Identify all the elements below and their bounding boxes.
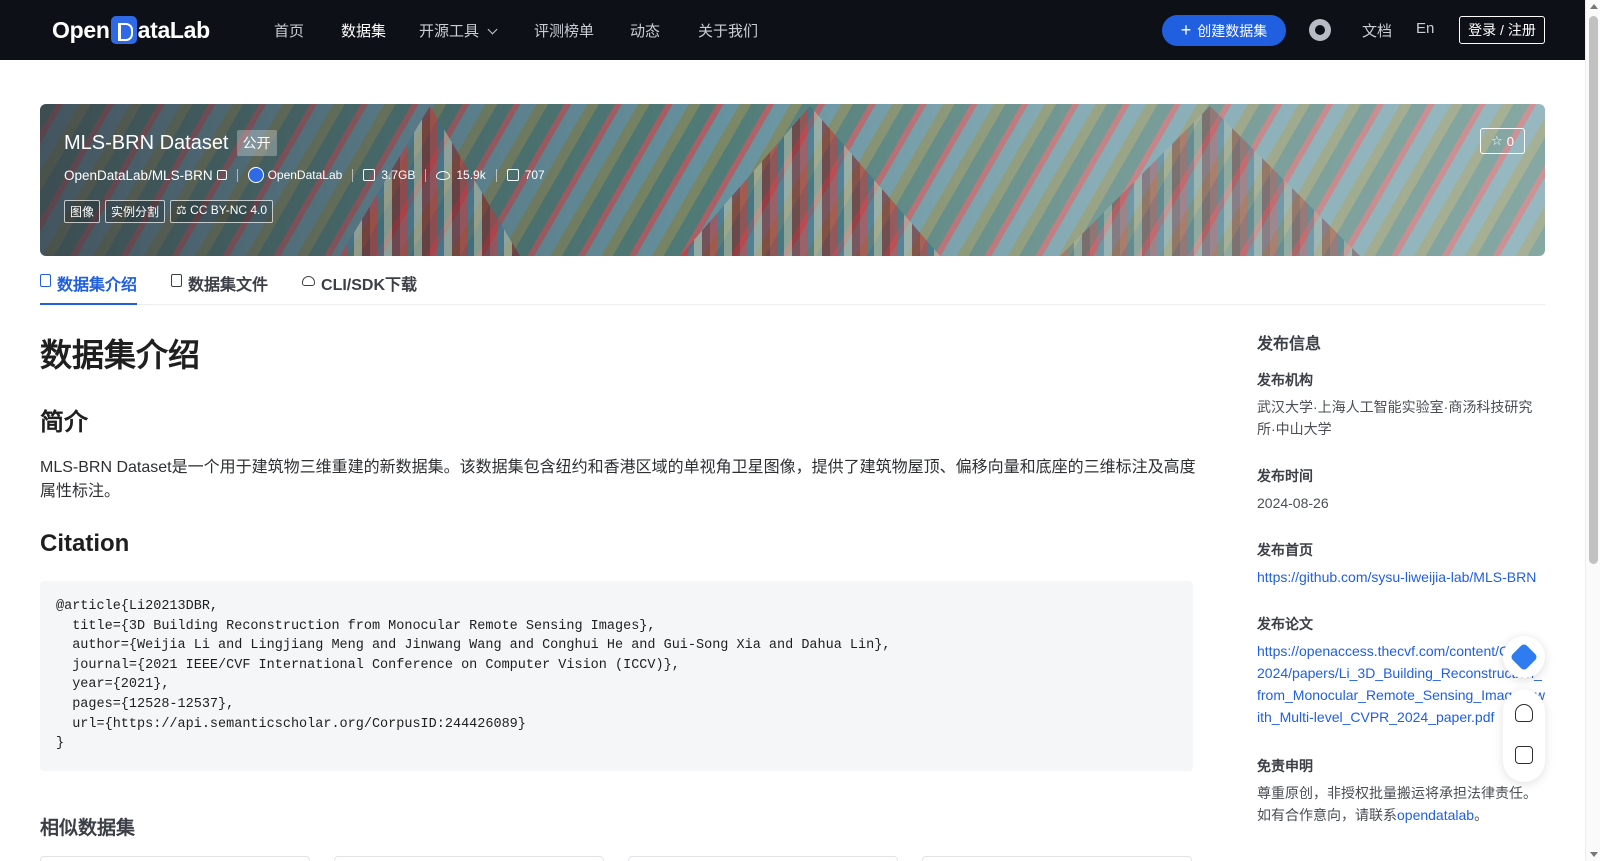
create-dataset-button[interactable]: + 创建数据集 [1162, 15, 1286, 46]
similar-datasets-heading: 相似数据集 [40, 818, 136, 839]
tag-image[interactable]: 图像 [64, 200, 101, 223]
license-label: CC BY-NC 4.0 [190, 203, 268, 217]
nav-news[interactable]: 动态 [630, 20, 660, 41]
feedback-icon[interactable] [1515, 746, 1533, 764]
customer-service-icon[interactable] [1515, 704, 1533, 722]
login-register-button[interactable]: 登录 / 注册 [1459, 16, 1545, 44]
tab-files[interactable]: 数据集文件 [171, 263, 268, 305]
tab-cli-sdk[interactable]: CLI/SDK下载 [302, 263, 417, 305]
publish-date-value: 2024-08-26 [1257, 495, 1329, 511]
opendatalab-logo[interactable]: Open ataLab [52, 14, 210, 46]
citation-heading: Citation [40, 530, 130, 557]
dataset-tags: 图像 实例分割 ⚖ CC BY-NC 4.0 [64, 200, 274, 223]
logo-d-mark-icon [110, 16, 137, 44]
disclaimer-label: 免责申明 [1257, 758, 1313, 774]
dataset-tabs: 数据集介绍 数据集文件 CLI/SDK下载 [40, 263, 1545, 305]
nav-open-tools[interactable]: 开源工具 [419, 20, 498, 41]
language-toggle[interactable]: En [1416, 20, 1434, 37]
dataset-size: 3.7GB [381, 168, 416, 182]
summary-heading: 简介 [40, 409, 88, 436]
disclaimer-end: 。 [1474, 807, 1489, 823]
publish-date-label: 发布时间 [1257, 468, 1313, 484]
citation-code-block: @article{Li20213DBR, title={3D Building … [40, 581, 1193, 771]
eye-icon [436, 170, 451, 180]
page-scrollbar[interactable] [1585, 0, 1600, 861]
meta-divider [495, 168, 497, 182]
summary-text: MLS-BRN Dataset是一个用于建筑物三维重建的新数据集。该数据集包含纽… [40, 459, 1196, 500]
license-badge[interactable]: ⚖ CC BY-NC 4.0 [170, 200, 274, 223]
similar-dataset-card[interactable] [628, 856, 898, 861]
cloud-download-icon [302, 276, 316, 286]
assistant-chat-icon[interactable] [1503, 636, 1545, 678]
disclaimer-text: 尊重原创，非授权批量搬运将承担法律责任。如有合作意向，请联系opendatala… [1257, 782, 1545, 826]
logo-text-atalab: ataLab [137, 16, 211, 43]
tab-files-label: 数据集文件 [188, 277, 269, 294]
scroll-up-arrow-icon[interactable] [1590, 4, 1598, 9]
tab-intro-label: 数据集介绍 [57, 277, 138, 294]
scale-icon: ⚖ [176, 203, 191, 217]
chevron-down-icon [487, 24, 498, 35]
nav-docs[interactable]: 文档 [1362, 20, 1392, 41]
create-dataset-label: 创建数据集 [1197, 22, 1268, 39]
star-count: 0 [1506, 133, 1514, 149]
copy-icon[interactable] [216, 170, 227, 180]
meta-divider [425, 168, 427, 182]
star-button[interactable]: ☆ 0 [1480, 128, 1525, 154]
scroll-down-arrow-icon[interactable] [1590, 852, 1598, 857]
dataset-meta: OpenDataLab/MLS-BRN OpenDataLab 3.7GB 15… [64, 167, 545, 183]
download-count: 707 [524, 168, 545, 182]
dataset-banner: MLS-BRN Dataset 公开 OpenDataLab/MLS-BRN O… [40, 104, 1545, 256]
homepage-link[interactable]: https://github.com/sysu-liweijia-lab/MLS… [1257, 566, 1545, 588]
publisher-name[interactable]: OpenDataLab [268, 168, 343, 182]
meta-divider [236, 168, 238, 182]
dataset-title-row: MLS-BRN Dataset 公开 [64, 130, 277, 156]
paper-label: 发布论文 [1257, 616, 1313, 632]
banner-city-image [680, 106, 940, 256]
publisher-org-value: 武汉大学·上海人工智能实验室·商汤科技研究所·中山大学 [1257, 399, 1533, 437]
meta-divider [352, 168, 354, 182]
publisher-org-label: 发布机构 [1257, 372, 1313, 388]
banner-city-image [1060, 106, 1360, 256]
similar-dataset-card[interactable] [922, 856, 1192, 861]
tag-instance-segmentation[interactable]: 实例分割 [105, 200, 166, 223]
nav-open-tools-label: 开源工具 [419, 23, 480, 40]
intro-heading: 数据集介绍 [40, 337, 201, 373]
nav-about[interactable]: 关于我们 [698, 20, 758, 41]
tab-intro[interactable]: 数据集介绍 [40, 263, 138, 305]
nav-leaderboard[interactable]: 评测榜单 [534, 20, 594, 41]
logo-text-open: Open [52, 16, 110, 43]
scroll-thumb[interactable] [1589, 16, 1598, 564]
top-navbar: Open ataLab 首页 数据集 开源工具 评测榜单 动态 关于我们 + 创… [0, 0, 1585, 60]
publisher-avatar-icon [247, 167, 264, 183]
similar-dataset-card[interactable] [334, 856, 604, 861]
paper-link[interactable]: https://openaccess.thecvf.com/content/CV… [1257, 640, 1545, 728]
dataset-path: OpenDataLab/MLS-BRN [64, 167, 213, 183]
storage-icon [363, 169, 376, 181]
similar-dataset-card[interactable] [40, 856, 310, 861]
contact-link[interactable]: opendatalab [1397, 807, 1474, 823]
plus-icon: + [1180, 19, 1192, 40]
github-icon[interactable] [1309, 19, 1331, 41]
homepage-label: 发布首页 [1257, 542, 1313, 558]
file-icon [171, 274, 183, 287]
nav-datasets[interactable]: 数据集 [341, 20, 386, 41]
view-count: 15.9k [456, 168, 486, 182]
database-icon [40, 274, 51, 287]
tab-cli-sdk-label: CLI/SDK下载 [321, 277, 418, 294]
visibility-badge: 公开 [236, 130, 277, 156]
floating-toolbar [1503, 690, 1545, 782]
publish-info-title: 发布信息 [1257, 336, 1322, 353]
nav-home[interactable]: 首页 [274, 20, 304, 41]
star-icon: ☆ [1491, 133, 1503, 148]
download-icon [506, 169, 519, 181]
dataset-title: MLS-BRN Dataset [64, 131, 229, 154]
